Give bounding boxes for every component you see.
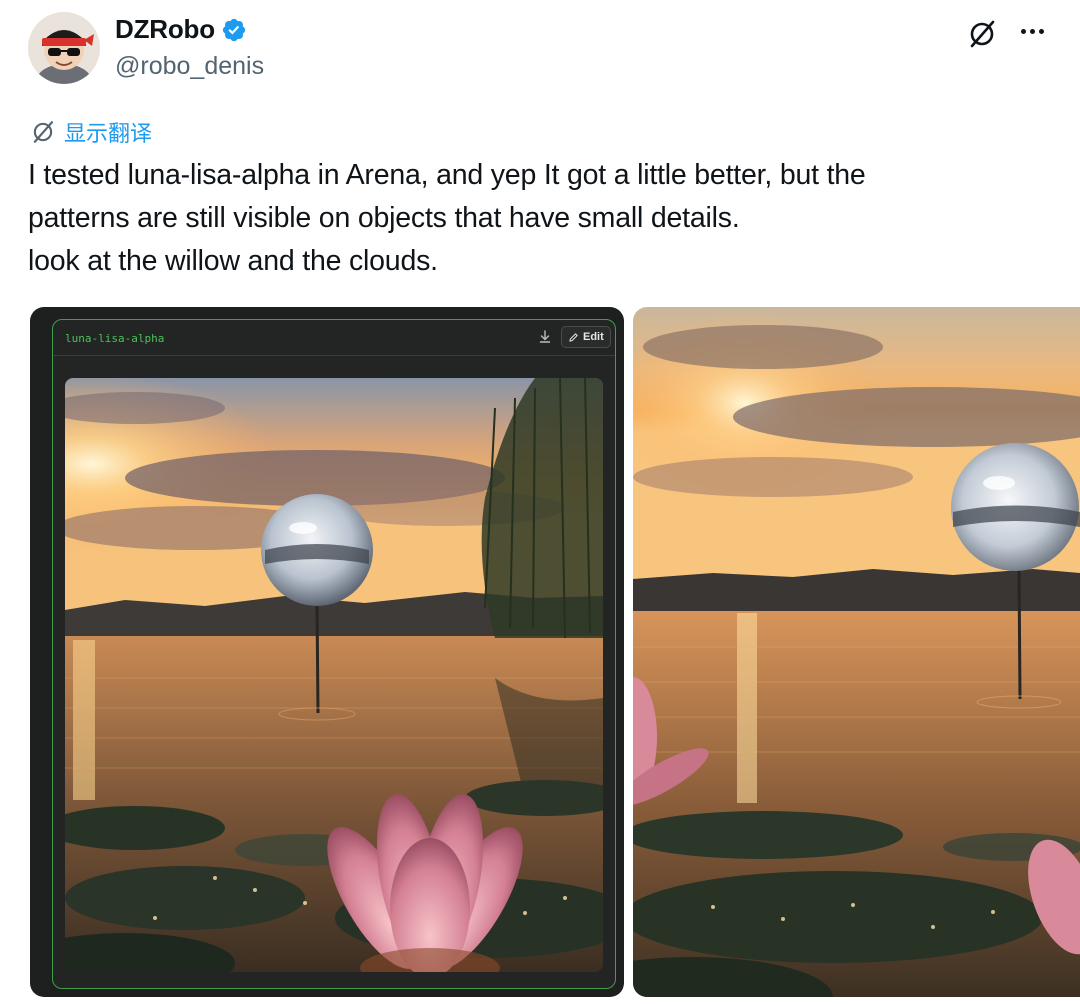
- edit-label: Edit: [583, 331, 604, 343]
- media-image-comparison[interactable]: [633, 307, 1080, 997]
- author-name[interactable]: DZRobo: [115, 14, 215, 45]
- author-name-row[interactable]: DZRobo: [115, 14, 247, 45]
- tweet-text-line: look at the willow and the clouds.: [28, 245, 438, 277]
- grok-icon: [33, 121, 53, 143]
- download-icon[interactable]: [536, 328, 554, 346]
- grok-button[interactable]: [962, 14, 1002, 54]
- pencil-icon: [569, 332, 578, 342]
- verified-badge-icon: [222, 18, 245, 41]
- author-handle[interactable]: @robo_denis: [115, 52, 264, 81]
- more-options-button[interactable]: [1012, 14, 1052, 48]
- avatar[interactable]: [28, 12, 100, 84]
- tweet-text-line: I tested luna-lisa-alpha in Arena, and y…: [28, 159, 866, 191]
- tweet-text: I tested luna-lisa-alpha in Arena, and y…: [28, 154, 1028, 283]
- show-translation-link[interactable]: 显示翻译: [30, 116, 152, 148]
- arena-model-label: luna-lisa-alpha: [65, 332, 165, 345]
- generated-image-luna-lisa-alpha: [65, 378, 603, 972]
- edit-button[interactable]: Edit: [561, 326, 611, 348]
- show-translation-label[interactable]: 显示翻译: [64, 116, 152, 148]
- more-dots-icon: [1020, 28, 1026, 34]
- arena-card-header: luna-lisa-alpha Edit: [53, 320, 615, 356]
- arena-card: luna-lisa-alpha Edit: [52, 319, 616, 989]
- media-image-arena-screenshot[interactable]: luna-lisa-alpha Edit: [30, 307, 624, 997]
- tweet-post: DZRobo @robo_denis 显示翻译 I tested luna-li…: [0, 0, 1080, 1004]
- grok-icon: [970, 20, 995, 48]
- tweet-text-line: patterns are still visible on objects th…: [28, 202, 740, 234]
